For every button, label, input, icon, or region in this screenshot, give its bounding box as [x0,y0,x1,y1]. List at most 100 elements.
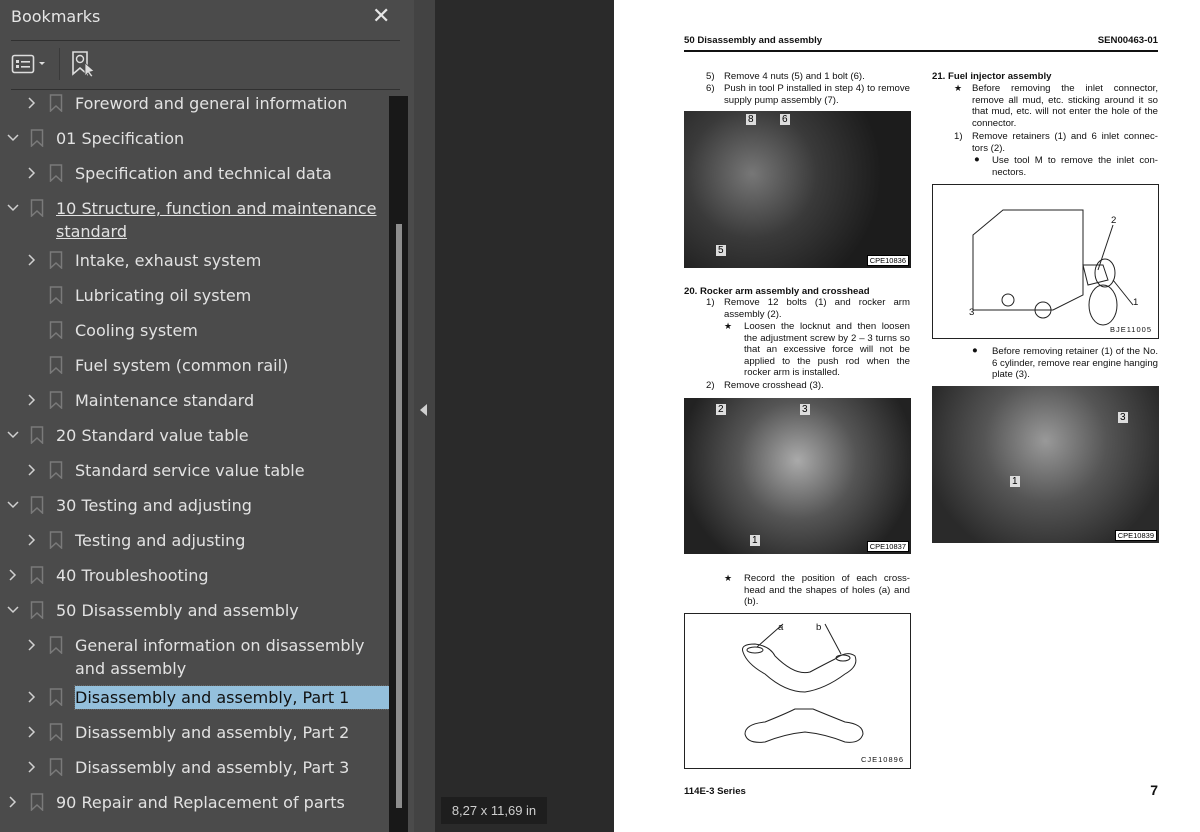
chevron-right-icon[interactable] [25,94,39,112]
note-text: Record the position of each cross-head a… [744,573,910,607]
photo-supply-pump: 8 6 5 CPE10836 [684,111,911,268]
bookmark-icon [49,286,63,305]
crosshead-drawing [742,623,864,743]
find-current-bookmark-button[interactable] [70,50,98,78]
chevron-down-icon[interactable] [6,496,20,514]
chevron-right-icon[interactable] [25,164,39,182]
panel-title: Bookmarks [11,7,101,26]
bookmark-icon [30,426,44,445]
chevron-right-icon[interactable] [25,688,39,706]
bookmark-item[interactable]: Lubricating oil system [0,278,389,313]
bookmark-icon [49,636,63,655]
section-heading: 21. Fuel injector assembly [932,71,1052,82]
bookmark-label: 40 Troubleshooting [56,566,209,585]
toolbar-separator [59,48,60,80]
step-text: Remove 4 nuts (5) and 1 bolt (6). [724,71,865,82]
bookmark-item[interactable]: 10 Structure, function and maintenance s… [0,191,389,243]
figure-code: CJE10896 [860,755,904,764]
star-icon: ★ [724,321,733,331]
bookmark-icon [49,723,63,742]
bookmark-icon [49,356,63,375]
page-header-right: SEN00463-01 [1097,35,1158,46]
figure-crosshead: a b CJE10896 [684,613,911,769]
bookmark-item[interactable]: Cooling system [0,313,389,348]
bullet-icon: ● [972,345,978,356]
bookmark-item[interactable]: Disassembly and assembly, Part 1 [0,680,389,715]
chevron-right-icon[interactable] [25,636,39,654]
bookmark-item[interactable]: Maintenance standard [0,383,389,418]
chevron-right-icon[interactable] [6,566,20,584]
bookmark-item[interactable]: Testing and adjusting [0,523,389,558]
chevron-down-icon[interactable] [6,129,20,147]
step-number: 2) [706,380,715,391]
collapse-panel-button[interactable] [414,0,435,832]
figure-injector: 2 1 3 BJE11005 [932,184,1159,339]
document-page: 50 Disassembly and assembly SEN00463-01 … [614,0,1200,832]
bullet-icon: ● [974,154,980,165]
bookmark-icon [30,793,44,812]
section-heading: 20. Rocker arm assembly and crosshead [684,286,870,297]
close-icon[interactable]: ✕ [372,4,390,29]
bookmark-item[interactable]: 20 Standard value table [0,418,389,453]
divider [11,40,400,41]
bookmark-icon [49,321,63,340]
bookmark-item[interactable]: 50 Disassembly and assembly [0,593,389,628]
step-text: Remove crosshead (3). [724,380,824,391]
bookmark-icon [49,251,63,270]
bookmark-label: Lubricating oil system [75,286,252,305]
callout: 5 [716,245,726,256]
bookmark-label: Testing and adjusting [75,531,246,550]
bookmark-icon [49,391,63,410]
bookmark-label: General information on disassembly and a… [75,636,365,678]
bookmark-item[interactable]: Intake, exhaust system [0,243,389,278]
chevron-right-icon[interactable] [6,793,20,811]
bookmark-icon [49,531,63,550]
callout: 3 [969,307,975,318]
callout: b [816,622,822,633]
figure-code: CPE10836 [866,255,909,266]
step-number: 5) [706,71,715,82]
scrollbar-thumb[interactable] [396,224,402,808]
chevron-down-icon[interactable] [6,601,20,619]
bookmark-item[interactable]: Standard service value table [0,453,389,488]
list-options-icon [11,54,45,74]
photo-rocker-arm: 2 3 1 CPE10837 [684,398,911,554]
chevron-right-icon[interactable] [25,758,39,776]
step-text: Remove 12 bolts (1) and rocker arm assem… [724,297,910,320]
bookmark-item[interactable]: 30 Testing and adjusting [0,488,389,523]
chevron-right-icon[interactable] [25,531,39,549]
bookmark-label: 20 Standard value table [56,426,249,445]
chevron-right-icon[interactable] [25,723,39,741]
bookmark-label: 90 Repair and Replacement of parts [56,793,345,812]
bookmark-item[interactable]: Foreword and general information [0,86,389,121]
star-icon: ★ [724,573,733,583]
bookmark-item[interactable]: General information on disassembly and a… [0,628,389,680]
star-icon: ★ [954,83,963,93]
bookmark-item[interactable]: Specification and technical data [0,156,389,191]
bookmark-item[interactable]: 90 Repair and Replacement of parts [0,785,389,820]
bookmark-item[interactable]: Fuel system (common rail) [0,348,389,383]
step-text: Remove retainers (1) and 6 inlet connec-… [972,131,1158,154]
injector-drawing [972,209,1134,326]
find-current-bookmark-icon [72,51,95,78]
bookmark-label: Foreword and general information [75,94,348,113]
bookmark-item[interactable]: 40 Troubleshooting [0,558,389,593]
bookmark-label: Disassembly and assembly, Part 3 [75,758,350,777]
bookmark-icon [30,566,44,585]
chevron-right-icon[interactable] [25,461,39,479]
bookmark-icon [30,199,44,218]
chevron-down-icon[interactable] [6,426,20,444]
bookmark-item[interactable]: Disassembly and assembly, Part 2 [0,715,389,750]
chevron-down-icon[interactable] [6,199,20,217]
bookmarks-panel: Bookmarks ✕ Foreword and general informa… [0,0,414,832]
bookmark-options-button[interactable] [11,52,49,76]
bookmark-label: Specification and technical data [75,164,332,183]
bookmark-icon [30,601,44,620]
figure-code: BJE11005 [1109,325,1152,334]
step-number: 1) [706,297,715,308]
chevron-right-icon[interactable] [25,251,39,269]
bookmark-item[interactable]: 01 Specification [0,121,389,156]
bookmark-label: 01 Specification [56,129,185,148]
chevron-right-icon[interactable] [25,391,39,409]
bookmark-item[interactable]: Disassembly and assembly, Part 3 [0,750,389,785]
